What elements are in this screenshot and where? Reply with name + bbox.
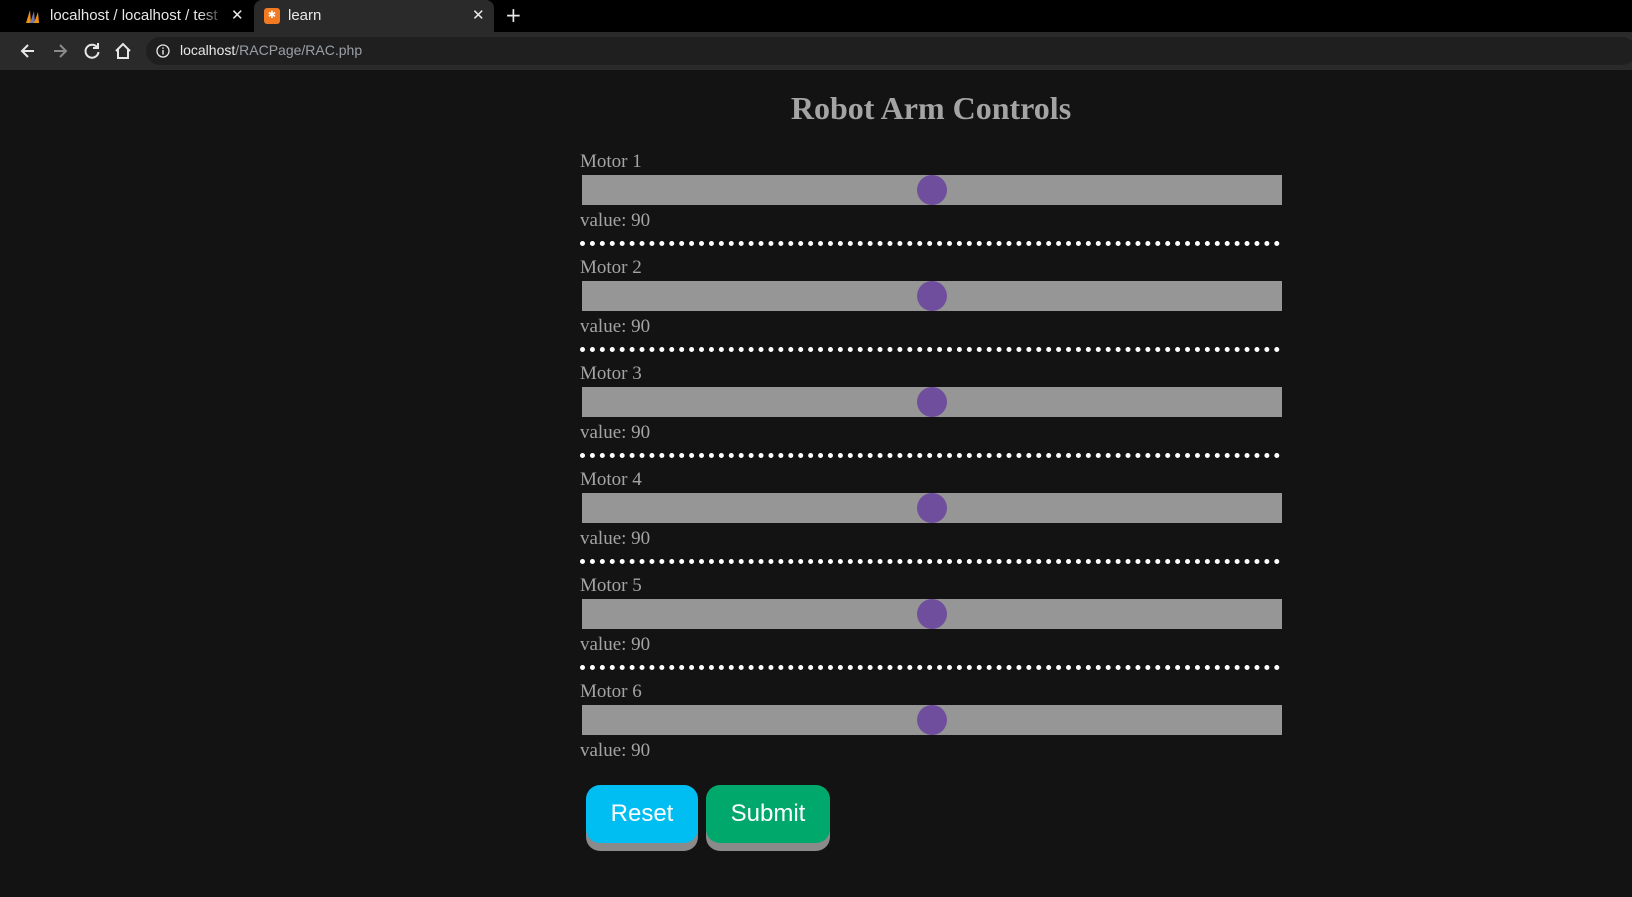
motor-slider[interactable] <box>582 599 1282 629</box>
motor-value: value: 90 <box>580 528 651 549</box>
xampp-favicon-icon: ✱ <box>264 8 280 24</box>
motor-slider[interactable] <box>582 175 1282 205</box>
motor-label: Motor 1 <box>580 151 642 172</box>
submit-button[interactable]: Submit <box>706 785 830 843</box>
url-text: localhost/RACPage/RAC.php <box>180 42 362 58</box>
motor-label: Motor 2 <box>580 257 642 278</box>
motor-slider[interactable] <box>582 387 1282 417</box>
slider-thumb[interactable] <box>917 599 947 629</box>
reload-icon[interactable] <box>82 41 102 61</box>
tab-strip: localhost / localhost / test ✕ ✱ learn ✕… <box>0 0 1632 32</box>
slider-thumb[interactable] <box>917 281 947 311</box>
slider-thumb[interactable] <box>917 387 947 417</box>
motor-label: Motor 4 <box>580 469 642 490</box>
divider <box>580 665 1280 670</box>
page-title: Robot Arm Controls <box>790 90 1072 126</box>
motor-value: value: 90 <box>580 422 651 443</box>
slider-thumb[interactable] <box>917 705 947 735</box>
motor-value: value: 90 <box>580 634 651 655</box>
close-tab-icon[interactable]: ✕ <box>472 6 485 24</box>
close-tab-icon[interactable]: ✕ <box>231 6 244 24</box>
motor-label: Motor 5 <box>580 575 642 596</box>
motor-slider[interactable] <box>582 281 1282 311</box>
slider-thumb[interactable] <box>917 493 947 523</box>
motor-control: Motor 5 value: 90 <box>580 575 1282 681</box>
tab-learn[interactable]: ✱ learn ✕ <box>254 0 494 32</box>
divider <box>580 241 1280 246</box>
motor-label: Motor 3 <box>580 363 642 384</box>
motor-slider[interactable] <box>582 493 1282 523</box>
back-arrow-icon[interactable] <box>18 41 38 61</box>
divider <box>580 559 1280 564</box>
url-host: localhost <box>180 42 236 58</box>
forward-arrow-icon[interactable] <box>50 41 70 61</box>
address-bar[interactable]: localhost/RACPage/RAC.php <box>146 37 1632 65</box>
divider <box>580 453 1280 458</box>
new-tab-icon[interactable]: + <box>505 3 522 27</box>
reset-button[interactable]: Reset <box>586 785 698 843</box>
motor-control: Motor 3 value: 90 <box>580 363 1282 469</box>
motor-control: Motor 4 value: 90 <box>580 469 1282 575</box>
motor-label: Motor 6 <box>580 681 642 702</box>
tab-title: localhost / localhost / test <box>50 7 218 24</box>
home-icon[interactable] <box>113 41 133 61</box>
motor-value: value: 90 <box>580 740 651 761</box>
browser-toolbar: localhost/RACPage/RAC.php <box>0 32 1632 70</box>
url-path: /RACPage/RAC.php <box>235 42 363 58</box>
motor-slider[interactable] <box>582 705 1282 735</box>
tab-title: learn <box>288 7 322 24</box>
slider-thumb[interactable] <box>917 175 947 205</box>
motor-value: value: 90 <box>580 316 651 337</box>
divider <box>580 347 1280 352</box>
tab-phpmyadmin[interactable]: localhost / localhost / test ✕ <box>12 0 252 32</box>
motor-value: value: 90 <box>580 210 651 231</box>
page-content: Robot Arm Controls Motor 1 value: 90 Mot… <box>0 70 1632 897</box>
motor-control: Motor 2 value: 90 <box>580 257 1282 363</box>
motor-controls-panel: Motor 1 value: 90 Motor 2 value: 90 Moto… <box>580 151 1282 787</box>
phpmyadmin-favicon-icon <box>26 10 39 23</box>
motor-control: Motor 1 value: 90 <box>580 151 1282 257</box>
info-icon[interactable] <box>156 44 170 58</box>
motor-control: Motor 6 value: 90 <box>580 681 1282 787</box>
